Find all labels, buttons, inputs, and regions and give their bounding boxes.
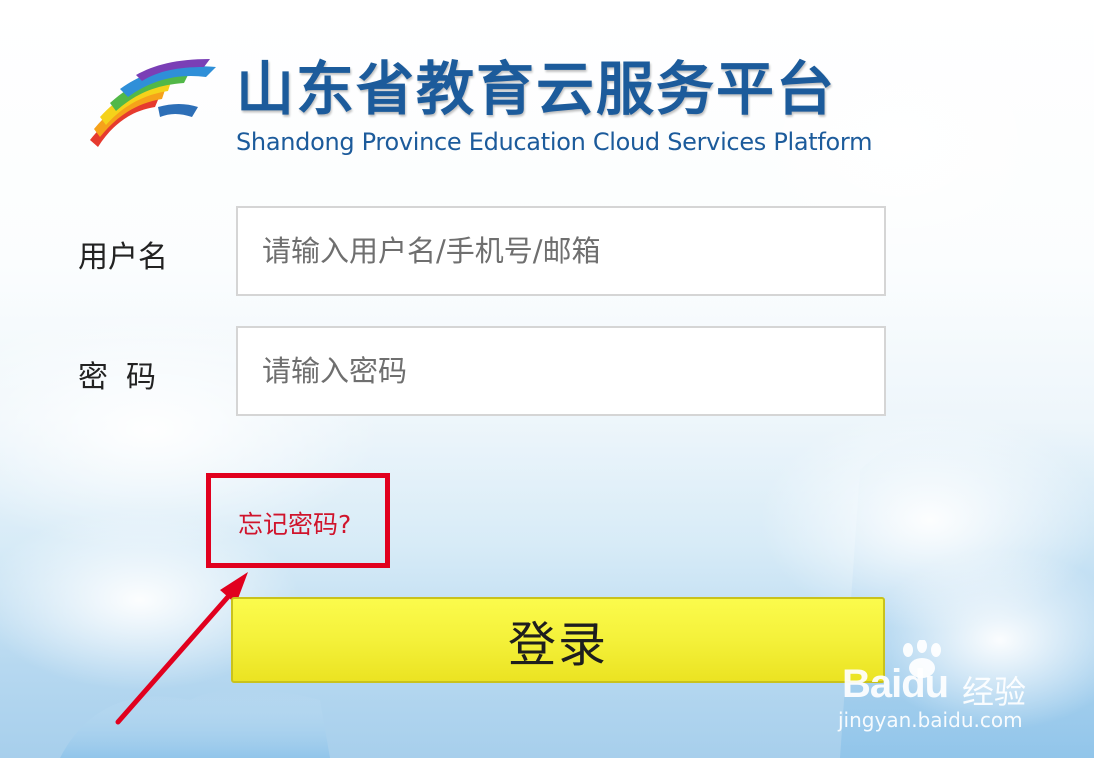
platform-title-cn: 山东省教育云服务平台 [236,55,837,123]
watermark-url: jingyan.baidu.com [838,708,1023,732]
baidu-brand-text: Baidu [842,662,949,706]
forgot-password-link[interactable]: 忘记密码? [238,505,351,541]
username-input[interactable] [236,206,886,296]
platform-title-en: Shandong Province Education Cloud Servic… [236,128,873,156]
password-input[interactable] [236,326,886,416]
jingyan-text: 经验 [962,673,1027,711]
platform-logo-icon [90,59,216,147]
baidu-jingyan-watermark: Baidu 经验 jingyan.baidu.com [836,640,1046,740]
username-label: 用户名 [78,240,168,275]
login-button[interactable]: 登录 [231,597,885,683]
password-label: 密码 [78,360,174,395]
